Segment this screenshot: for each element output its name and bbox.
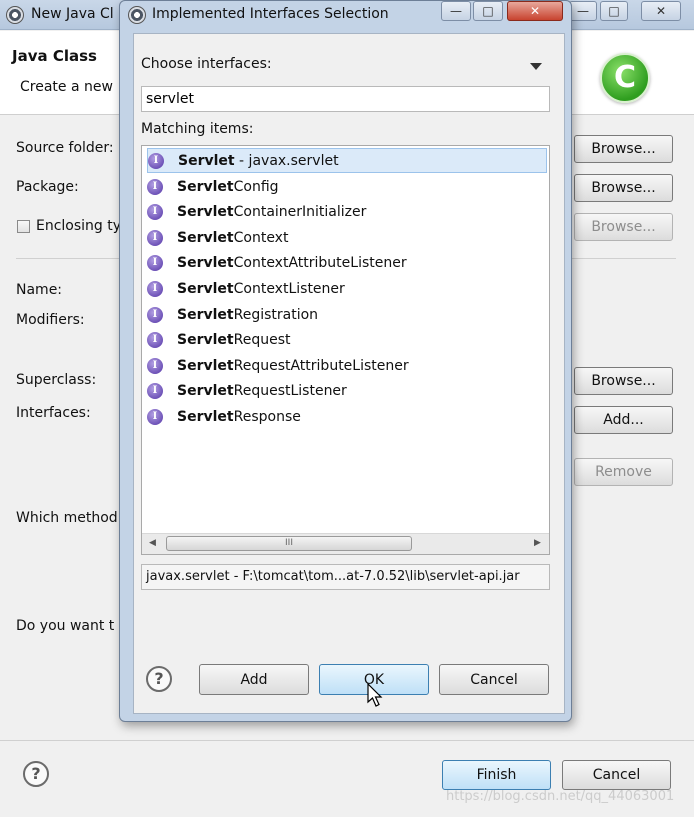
bg-help-icon[interactable]: ?: [23, 761, 49, 787]
item-name-rest: Request: [233, 331, 291, 348]
dialog-close-button[interactable]: ✕: [507, 1, 563, 21]
bg-close-button[interactable]: ✕: [641, 1, 681, 21]
interface-list-item[interactable]: I Servlet Response: [147, 404, 547, 429]
bg-cancel-button[interactable]: Cancel: [562, 760, 671, 790]
location-field: javax.servlet - F:\tomcat\tom...at-7.0.5…: [141, 564, 550, 590]
watermark-text: https://blog.csdn.net/qq_44063001: [446, 789, 675, 804]
browse-superclass-button[interactable]: Browse...: [574, 367, 673, 395]
package-label: Package:: [16, 179, 79, 195]
item-name-match: Servlet: [177, 357, 234, 374]
item-name-rest: ContainerInitializer: [233, 203, 367, 220]
item-name-match: Servlet: [177, 280, 234, 297]
do-you-want-label: Do you want t: [16, 618, 115, 634]
item-name-match: Servlet: [177, 331, 234, 348]
choose-interfaces-label: Choose interfaces:: [141, 56, 272, 72]
interface-icon: I: [147, 306, 163, 323]
interface-icon: I: [147, 357, 163, 374]
superclass-label: Superclass:: [16, 372, 97, 388]
interface-list-item[interactable]: I Servlet RequestListener: [147, 378, 547, 403]
dialog-minimize-button[interactable]: —: [441, 1, 471, 21]
mouse-cursor-icon: [367, 683, 383, 707]
interface-list-item[interactable]: I Servlet Request: [147, 327, 547, 352]
matching-items-label: Matching items:: [141, 121, 254, 137]
interface-icon: I: [147, 229, 163, 246]
item-name-rest: RequestListener: [233, 382, 347, 399]
interface-list-item[interactable]: I Servlet ContainerInitializer: [147, 199, 547, 224]
dialog-maximize-button[interactable]: □: [473, 1, 503, 21]
interfaces-label: Interfaces:: [16, 405, 91, 421]
interface-list-item[interactable]: I Servlet ContextListener: [147, 276, 547, 301]
item-name-match: Servlet: [177, 408, 234, 425]
modifiers-label: Modifiers:: [16, 312, 85, 328]
app-icon: [6, 6, 24, 24]
add-interface-button[interactable]: Add...: [574, 406, 673, 434]
item-name-rest: ContextAttributeListener: [233, 254, 407, 271]
item-name-rest: ContextListener: [233, 280, 345, 297]
class-logo-icon: C: [600, 53, 650, 103]
dialog-help-icon[interactable]: ?: [146, 666, 172, 692]
interface-list-item[interactable]: I Servlet - javax.servlet: [147, 148, 547, 173]
interface-icon: I: [147, 408, 163, 425]
item-name-rest: Config: [233, 178, 279, 195]
item-name-rest: Registration: [233, 306, 319, 323]
enclosing-type-label: Enclosing ty: [36, 218, 122, 234]
item-name-match: Servlet: [177, 306, 234, 323]
wizard-subtitle: Create a new: [20, 79, 113, 95]
dialog-app-icon: [128, 6, 146, 24]
finish-button[interactable]: Finish: [442, 760, 551, 790]
footer-separator: [0, 740, 694, 741]
wizard-title: Java Class: [12, 47, 97, 65]
which-methods-label: Which method: [16, 510, 118, 526]
scrollbar-thumb[interactable]: III: [166, 536, 412, 551]
interface-list-item[interactable]: I Servlet Context: [147, 225, 547, 250]
interface-icon: I: [147, 382, 163, 399]
browse-package-button[interactable]: Browse...: [574, 174, 673, 202]
item-name-match: Servlet: [177, 178, 234, 195]
scroll-right-arrow-icon[interactable]: ▶: [534, 538, 541, 548]
dropdown-arrow-icon[interactable]: [530, 63, 542, 70]
bg-minimize-button[interactable]: —: [569, 1, 597, 21]
name-label: Name:: [16, 282, 63, 298]
interface-list-item[interactable]: I Servlet RequestAttributeListener: [147, 353, 547, 378]
interface-icon: I: [148, 152, 164, 169]
bg-maximize-button[interactable]: □: [600, 1, 628, 21]
interface-list-item[interactable]: I Servlet Registration: [147, 302, 547, 327]
interface-list-item[interactable]: I Servlet ContextAttributeListener: [147, 250, 547, 275]
item-name-rest: Context: [233, 229, 289, 246]
scroll-left-arrow-icon[interactable]: ◀: [149, 538, 156, 548]
browse-enclosing-button[interactable]: Browse...: [574, 213, 673, 241]
item-name-match: Servlet: [177, 203, 234, 220]
interface-icon: I: [147, 331, 163, 348]
browse-source-button[interactable]: Browse...: [574, 135, 673, 163]
interface-list-item[interactable]: I Servlet Config: [147, 174, 547, 199]
interface-icon: I: [147, 254, 163, 271]
item-name-match: Servlet: [178, 152, 235, 169]
source-folder-label: Source folder:: [16, 140, 114, 156]
interface-icon: I: [147, 178, 163, 195]
item-name-match: Servlet: [177, 254, 234, 271]
item-name-match: Servlet: [177, 382, 234, 399]
dialog-cancel-button[interactable]: Cancel: [439, 664, 549, 695]
bg-window-title: New Java Cl: [31, 6, 114, 22]
remove-interface-button[interactable]: Remove: [574, 458, 673, 486]
item-name-rest: RequestAttributeListener: [233, 357, 409, 374]
dialog-title: Implemented Interfaces Selection: [152, 6, 389, 22]
item-name-rest: Response: [233, 408, 301, 425]
item-name-match: Servlet: [177, 229, 234, 246]
interface-icon: I: [147, 203, 163, 220]
dialog-add-button[interactable]: Add: [199, 664, 309, 695]
item-name-rest: - javax.servlet: [234, 152, 339, 169]
interface-search-input[interactable]: [141, 86, 550, 112]
interface-icon: I: [147, 280, 163, 297]
enclosing-type-checkbox[interactable]: [17, 220, 30, 233]
